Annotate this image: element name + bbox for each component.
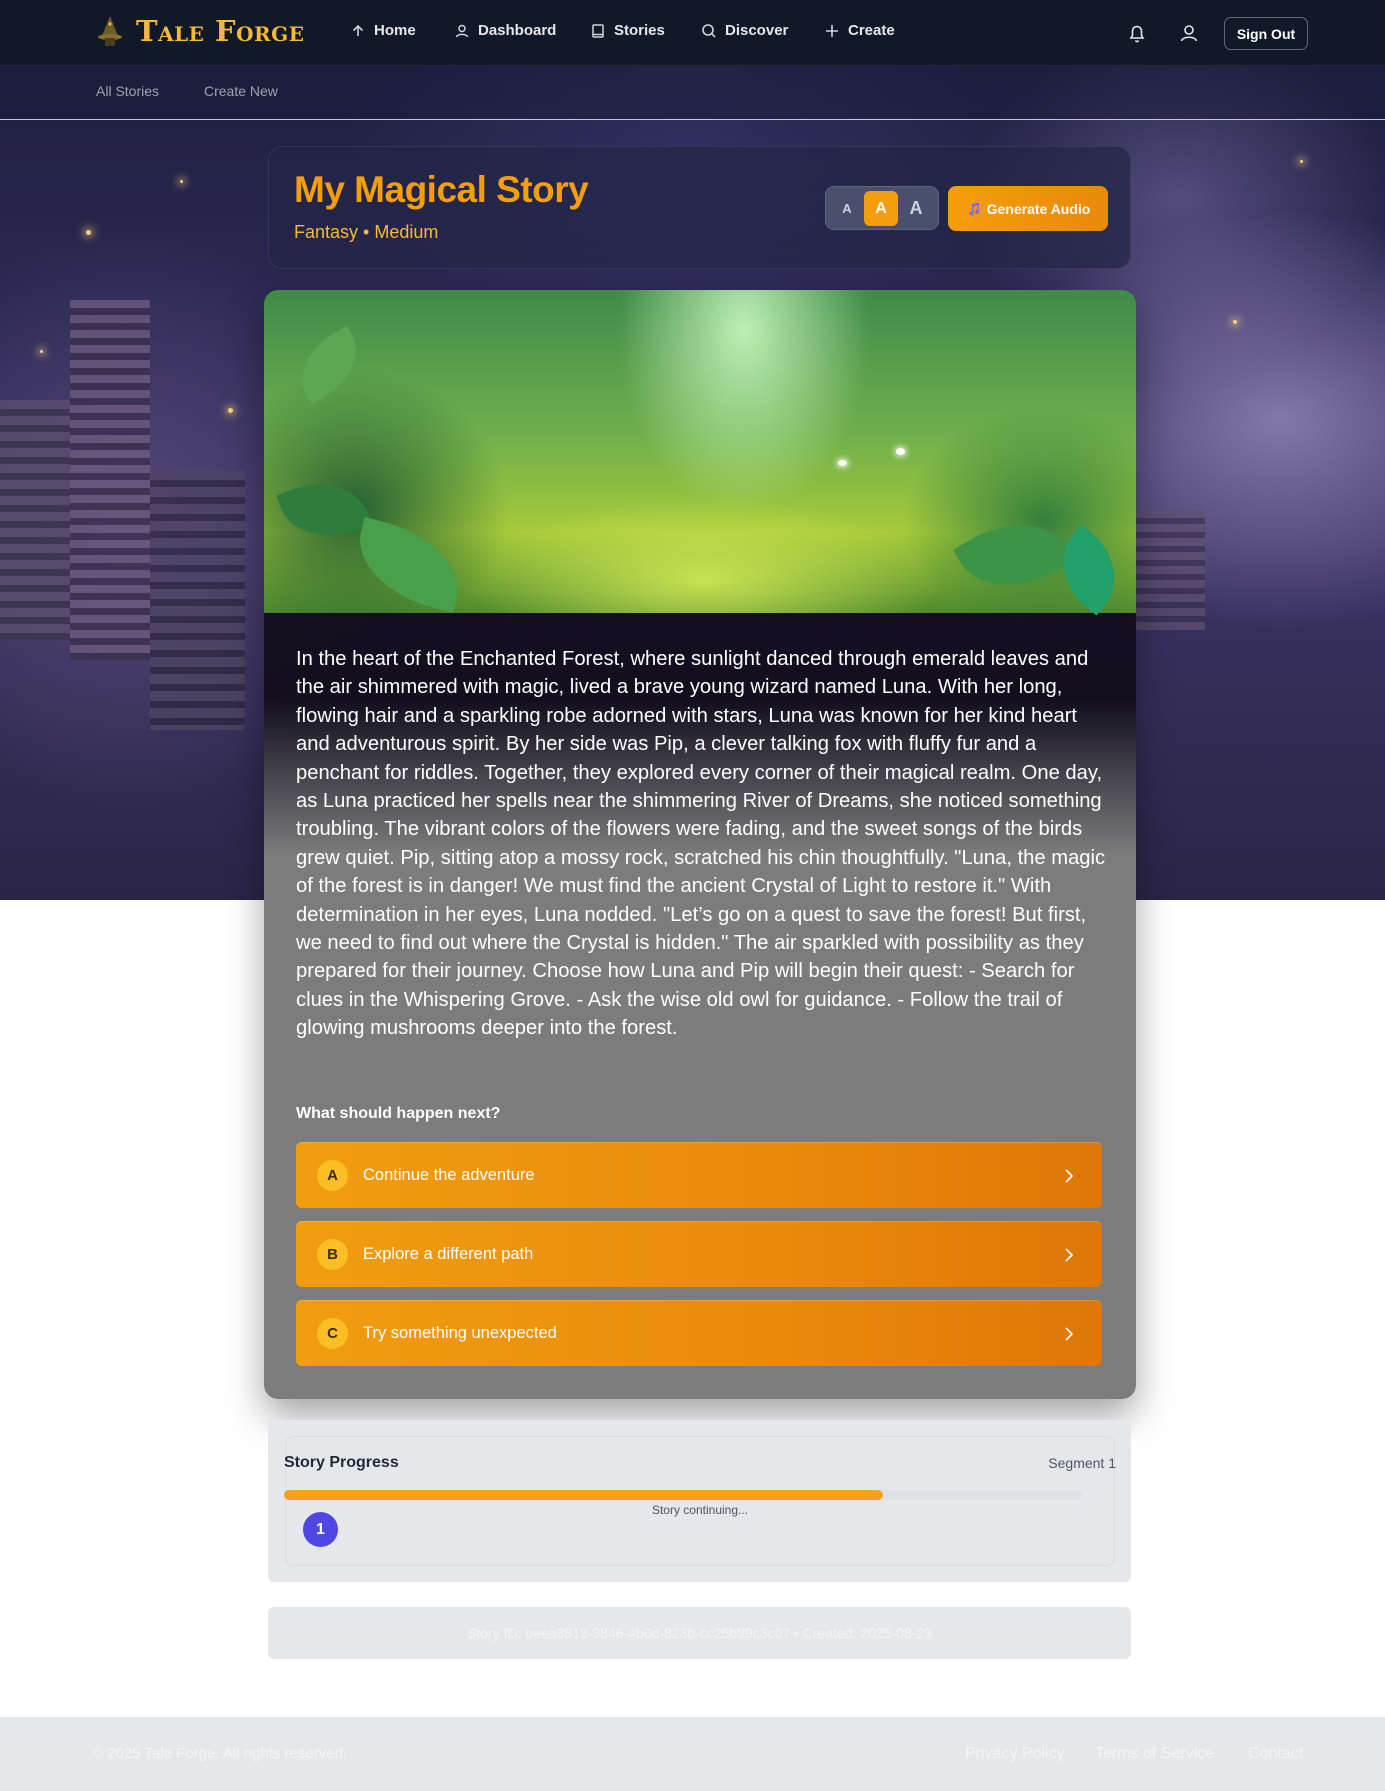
story-info-card: Story ID: beea8813-3846-4b0d-823b-cc25b9…: [268, 1607, 1131, 1659]
story-card: In the heart of the Enchanted Forest, wh…: [264, 290, 1136, 1399]
progress-caption: Story continuing...: [651, 1503, 749, 1517]
progress-bar-fill: [284, 1490, 883, 1500]
plus-icon: [826, 24, 838, 37]
sparkle: [180, 180, 183, 183]
choice-b-button[interactable]: B Explore a different path: [296, 1221, 1102, 1287]
book-stack-right: [1135, 510, 1205, 630]
generate-audio-label: Generate Audio: [986, 200, 1091, 217]
choice-c-button[interactable]: C Try something unexpected: [296, 1300, 1102, 1366]
choice-letter-badge: A: [317, 1160, 348, 1191]
footer-terms-link[interactable]: Terms of Service: [1095, 1745, 1214, 1763]
choice-letter-badge: B: [317, 1239, 348, 1270]
story-illustration: [264, 290, 1136, 616]
book-stack-left-2: [70, 300, 150, 660]
music-note-icon: [969, 202, 979, 215]
chevron-right-icon: [1065, 1248, 1074, 1262]
profile-user-icon[interactable]: [1178, 22, 1200, 44]
sparkle: [86, 230, 91, 235]
top-navigation: Tale Forge Home Dashboard Stories Discov…: [0, 0, 1385, 66]
butterfly: [896, 448, 905, 455]
story-id-and-date: Story ID: beea8813-3846-4b0d-823b-cc25b9…: [467, 1625, 932, 1641]
font-size-small-button[interactable]: A: [830, 191, 864, 226]
user-icon: [455, 24, 469, 37]
sparkle: [1300, 160, 1303, 163]
progress-segment-label: Segment 1: [1048, 1455, 1116, 1471]
generate-audio-button[interactable]: Generate Audio: [948, 186, 1108, 231]
foliage: [286, 325, 372, 405]
nav-dashboard-label: Dashboard: [478, 22, 557, 39]
book-icon: [592, 23, 604, 38]
font-size-medium-button[interactable]: A: [864, 191, 898, 226]
sparkle: [228, 408, 233, 413]
chevron-right-icon: [1065, 1327, 1074, 1341]
book-stack-left: [0, 400, 70, 640]
subnav-create-new[interactable]: Create New: [204, 83, 278, 99]
font-size-switcher: A A A: [825, 186, 939, 230]
sign-out-button[interactable]: Sign Out: [1224, 17, 1308, 50]
home-icon: [352, 24, 364, 36]
story-title: My Magical Story: [294, 169, 589, 210]
story-progress-panel: [285, 1436, 1115, 1566]
nav-stories-label: Stories: [614, 22, 665, 39]
story-header-card: My Magical Story Fantasy • Medium A A A …: [268, 146, 1131, 269]
story-text: In the heart of the Enchanted Forest, wh…: [296, 648, 1106, 1040]
foliage: [953, 499, 1075, 611]
foliage: [346, 516, 472, 614]
nav-home-label: Home: [374, 22, 416, 39]
font-size-large-button[interactable]: A: [899, 191, 933, 226]
story-genre-length: Fantasy • Medium: [294, 222, 439, 242]
foliage: [276, 468, 372, 552]
footer-privacy-link[interactable]: Privacy Policy: [965, 1745, 1065, 1763]
choice-label: Explore a different path: [363, 1245, 534, 1263]
nav-dashboard[interactable]: Dashboard: [454, 22, 556, 39]
nav-discover[interactable]: Discover: [701, 22, 788, 39]
search-icon: [702, 23, 716, 38]
footer: © 2025 Tale Forge. All rights reserved. …: [0, 1717, 1385, 1791]
nav-create[interactable]: Create: [824, 22, 895, 39]
nav-home[interactable]: Home: [350, 22, 416, 39]
sparkle: [40, 350, 43, 353]
book-stack-left-3: [150, 470, 245, 730]
butterfly: [838, 460, 847, 466]
nav-discover-label: Discover: [725, 22, 789, 39]
choice-a-button[interactable]: A Continue the adventure: [296, 1142, 1102, 1208]
brand-logo[interactable]: Tale Forge: [96, 14, 304, 48]
choice-label: Continue the adventure: [363, 1166, 535, 1184]
footer-copyright: © 2025 Tale Forge. All rights reserved.: [92, 1745, 348, 1762]
brand-name: Tale Forge: [136, 14, 305, 48]
progress-bar-track: [284, 1490, 1082, 1500]
notifications-bell-icon[interactable]: [1126, 22, 1148, 44]
nav-stories[interactable]: Stories: [590, 22, 665, 39]
story-progress-section: Story Progress Segment 1 Story continuin…: [268, 1420, 1131, 1582]
footer-contact-link[interactable]: Contact: [1248, 1745, 1303, 1763]
chevron-right-icon: [1065, 1169, 1074, 1183]
choice-letter-badge: C: [317, 1318, 348, 1349]
sub-navigation: All Stories Create New: [0, 66, 1385, 120]
subnav-all-stories[interactable]: All Stories: [96, 83, 159, 99]
wizard-hat-icon: [96, 14, 124, 48]
choice-label: Try something unexpected: [363, 1324, 557, 1342]
segment-marker[interactable]: 1: [303, 1512, 338, 1547]
next-choice-prompt: What should happen next?: [296, 1105, 501, 1122]
progress-title: Story Progress: [284, 1454, 399, 1471]
sparkle: [1233, 320, 1237, 324]
nav-create-label: Create: [848, 22, 895, 39]
